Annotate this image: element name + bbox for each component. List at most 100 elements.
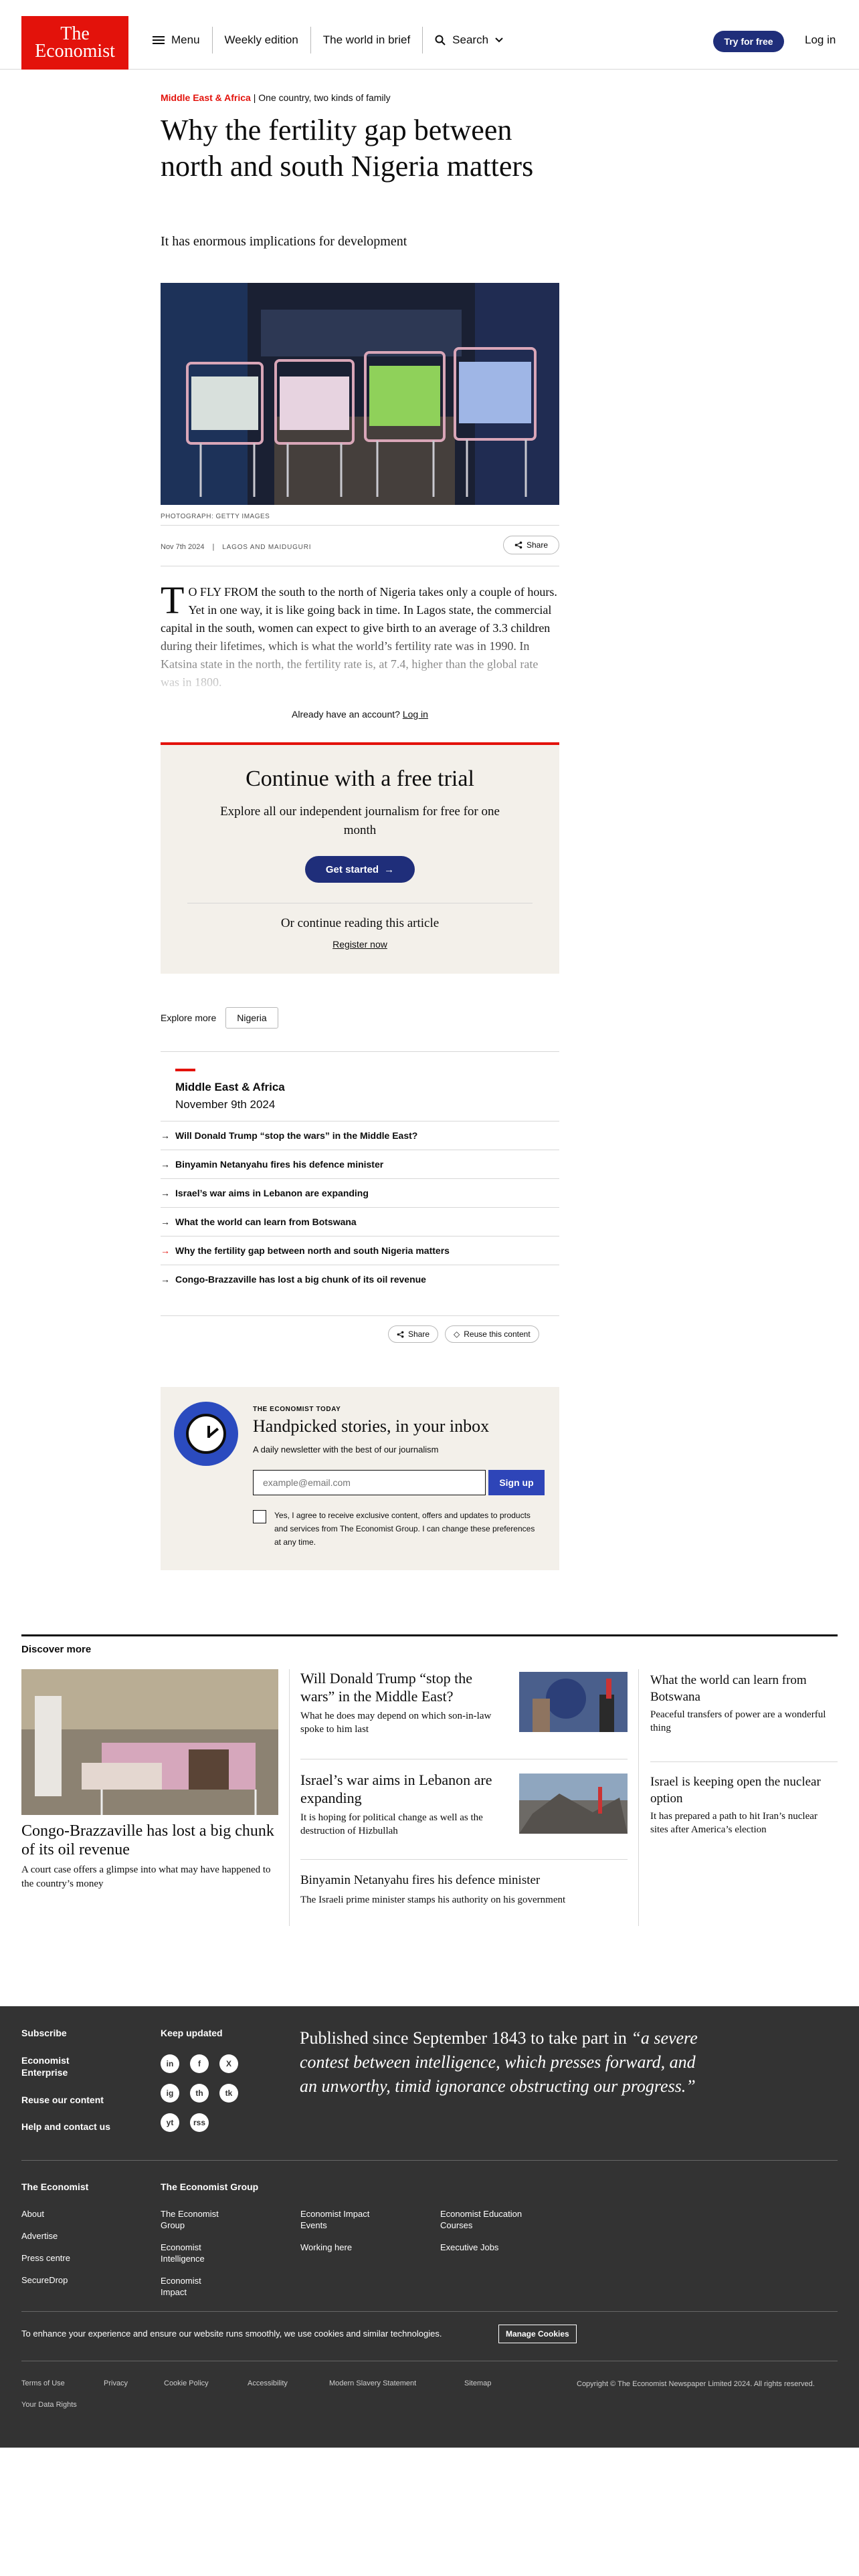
discover-story[interactable]: Will Donald Trump “stop the wars” in the… xyxy=(300,1669,508,1736)
arrow-right-icon: → xyxy=(161,1130,170,1141)
trial-title: Continue with a free trial xyxy=(246,766,474,791)
share-button[interactable]: Share xyxy=(503,536,559,554)
legal-link[interactable]: Cookie Policy xyxy=(164,2379,209,2387)
divider xyxy=(300,1859,628,1860)
footer-link[interactable]: SecureDrop xyxy=(21,2274,70,2286)
try-for-free-button[interactable]: Try for free xyxy=(713,31,784,52)
login-link[interactable]: Log in xyxy=(805,33,836,47)
reuse-content-link[interactable]: Reuse our content xyxy=(21,2095,104,2105)
legal-link[interactable]: Accessibility xyxy=(248,2379,288,2387)
manage-cookies-button[interactable]: Manage Cookies xyxy=(498,2325,577,2343)
fly-title: One country, two kinds of family xyxy=(258,92,391,103)
arrow-right-icon: → xyxy=(384,863,395,875)
discover-story[interactable]: Israel’s war aims in Lebanon are expandi… xyxy=(300,1771,508,1838)
story-headline: Israel’s war aims in Lebanon are expandi… xyxy=(300,1772,492,1806)
related-section-title[interactable]: Middle East & Africa xyxy=(175,1081,285,1094)
get-started-label: Get started xyxy=(325,863,379,875)
footer-link[interactable]: About xyxy=(21,2208,70,2220)
congo-article-image[interactable] xyxy=(21,1669,278,1815)
footer-col-title: The Economist Group xyxy=(161,2181,259,2192)
share-button-bottom[interactable]: Share xyxy=(388,1325,439,1343)
consent-checkbox[interactable] xyxy=(253,1510,266,1523)
nav-world-in-brief[interactable]: The world in brief xyxy=(311,27,423,53)
search-button[interactable]: Search xyxy=(423,27,515,53)
hamburger-icon xyxy=(153,36,165,44)
footer-col-title: The Economist xyxy=(21,2181,89,2192)
related-article-link[interactable]: → What the world can learn from Botswana xyxy=(161,1207,559,1236)
related-article-link[interactable]: → Israel’s war aims in Lebanon are expand… xyxy=(161,1178,559,1207)
enterprise-link[interactable]: Economist Enterprise xyxy=(21,2054,102,2078)
column-divider xyxy=(638,1669,639,1926)
related-date: November 9th 2024 xyxy=(175,1098,276,1111)
legal-link[interactable]: Sitemap xyxy=(464,2379,491,2387)
related-article-link[interactable]: → Congo-Brazzaville has lost a big chunk … xyxy=(161,1265,559,1293)
legal-link[interactable]: Terms of Use xyxy=(21,2379,65,2387)
column-divider xyxy=(289,1669,290,1926)
help-contact-link[interactable]: Help and contact us xyxy=(21,2121,110,2132)
related-article-link-current[interactable]: → Why the fertility gap between north and… xyxy=(161,1236,559,1265)
reuse-content-button[interactable]: ◇ Reuse this content xyxy=(445,1325,539,1343)
article-actions: Share ◇ Reuse this content xyxy=(388,1325,539,1343)
footer-link[interactable]: Economist Impact Events xyxy=(300,2208,381,2231)
related-article-link[interactable]: → Binyamin Netanyahu fires his defence mi… xyxy=(161,1150,559,1178)
instagram-icon[interactable]: ig xyxy=(161,2084,179,2103)
footer-link[interactable]: Advertise xyxy=(21,2230,70,2242)
footer-link[interactable]: Economist Education Courses xyxy=(440,2208,541,2231)
legal-link[interactable]: Your Data Rights xyxy=(21,2401,77,2409)
hero-photo xyxy=(161,283,559,505)
get-started-button[interactable]: Get started → xyxy=(305,856,415,883)
footer-link[interactable]: Economist Impact xyxy=(161,2275,227,2298)
section-accent-bar xyxy=(175,1069,195,1071)
x-twitter-icon[interactable]: X xyxy=(219,2054,238,2073)
cookie-notice: To enhance your experience and ensure ou… xyxy=(21,2329,442,2339)
related-article-title: Binyamin Netanyahu fires his defence min… xyxy=(175,1159,384,1170)
section-rule xyxy=(21,1634,838,1636)
register-now-link[interactable]: Register now xyxy=(161,939,559,950)
youtube-icon[interactable]: yt xyxy=(161,2113,179,2132)
nav-world-in-brief-label: The world in brief xyxy=(322,33,411,46)
hospital-ward-illustration xyxy=(21,1669,278,1815)
arrow-right-icon: → xyxy=(161,1188,170,1198)
legal-link[interactable]: Privacy xyxy=(104,2379,128,2387)
footer-link[interactable]: Economist Intelligence xyxy=(161,2242,227,2264)
threads-icon[interactable]: th xyxy=(190,2084,209,2103)
paywall-fade xyxy=(161,635,559,695)
related-article-title: What the world can learn from Botswana xyxy=(175,1216,357,1227)
legal-link[interactable]: Modern Slavery Statement xyxy=(329,2379,416,2387)
related-article-link[interactable]: → Will Donald Trump “stop the wars” in th… xyxy=(161,1121,559,1150)
menu-button[interactable]: Menu xyxy=(140,27,213,53)
footer-link[interactable]: Working here xyxy=(300,2242,381,2253)
trump-article-image[interactable] xyxy=(519,1672,628,1732)
free-trial-box: Continue with a free trial Explore all o… xyxy=(161,742,559,974)
already-account-text: Already have an account? xyxy=(292,709,400,720)
login-link-inline[interactable]: Log in xyxy=(403,709,428,720)
discover-story[interactable]: Israel is keeping open the nuclear optio… xyxy=(650,1774,838,1836)
tiktok-icon[interactable]: tk xyxy=(219,2084,238,2103)
explore-label: Explore more xyxy=(161,1012,217,1023)
topic-tag-nigeria[interactable]: Nigeria xyxy=(225,1007,278,1029)
facebook-icon[interactable]: f xyxy=(190,2054,209,2073)
arrow-right-icon: → xyxy=(161,1274,170,1285)
keep-updated-title: Keep updated xyxy=(161,2028,223,2038)
linkedin-icon[interactable]: in xyxy=(161,2054,179,2073)
discover-story[interactable]: What the world can learn from Botswana P… xyxy=(650,1672,838,1735)
rss-icon[interactable]: rss xyxy=(190,2113,209,2132)
footer-link[interactable]: The Economist Group xyxy=(161,2208,227,2231)
discover-more-title: Discover more xyxy=(21,1644,92,1655)
email-field[interactable] xyxy=(253,1470,486,1495)
share-icon xyxy=(514,541,522,549)
main-nav: Menu Weekly edition The world in brief S… xyxy=(140,27,515,53)
subscribe-link[interactable]: Subscribe xyxy=(21,2028,67,2038)
section-link[interactable]: Middle East & Africa xyxy=(161,92,251,103)
logo-line-2: Economist xyxy=(35,41,115,62)
footer-link[interactable]: Press centre xyxy=(21,2252,70,2264)
lebanon-article-image[interactable] xyxy=(519,1774,628,1834)
sign-up-button[interactable]: Sign up xyxy=(488,1470,545,1495)
discover-lead-headline[interactable]: Congo-Brazzaville has lost a big chunk o… xyxy=(21,1822,278,1859)
footer-link[interactable]: Executive Jobs xyxy=(440,2242,541,2253)
nav-weekly-edition[interactable]: Weekly edition xyxy=(213,27,311,53)
discover-story[interactable]: Binyamin Netanyahu fires his defence min… xyxy=(300,1871,620,1907)
arrow-right-icon: → xyxy=(161,1245,170,1256)
discover-lead-description: A court case offers a glimpse into what … xyxy=(21,1864,271,1889)
economist-logo[interactable]: The Economist xyxy=(21,16,128,70)
